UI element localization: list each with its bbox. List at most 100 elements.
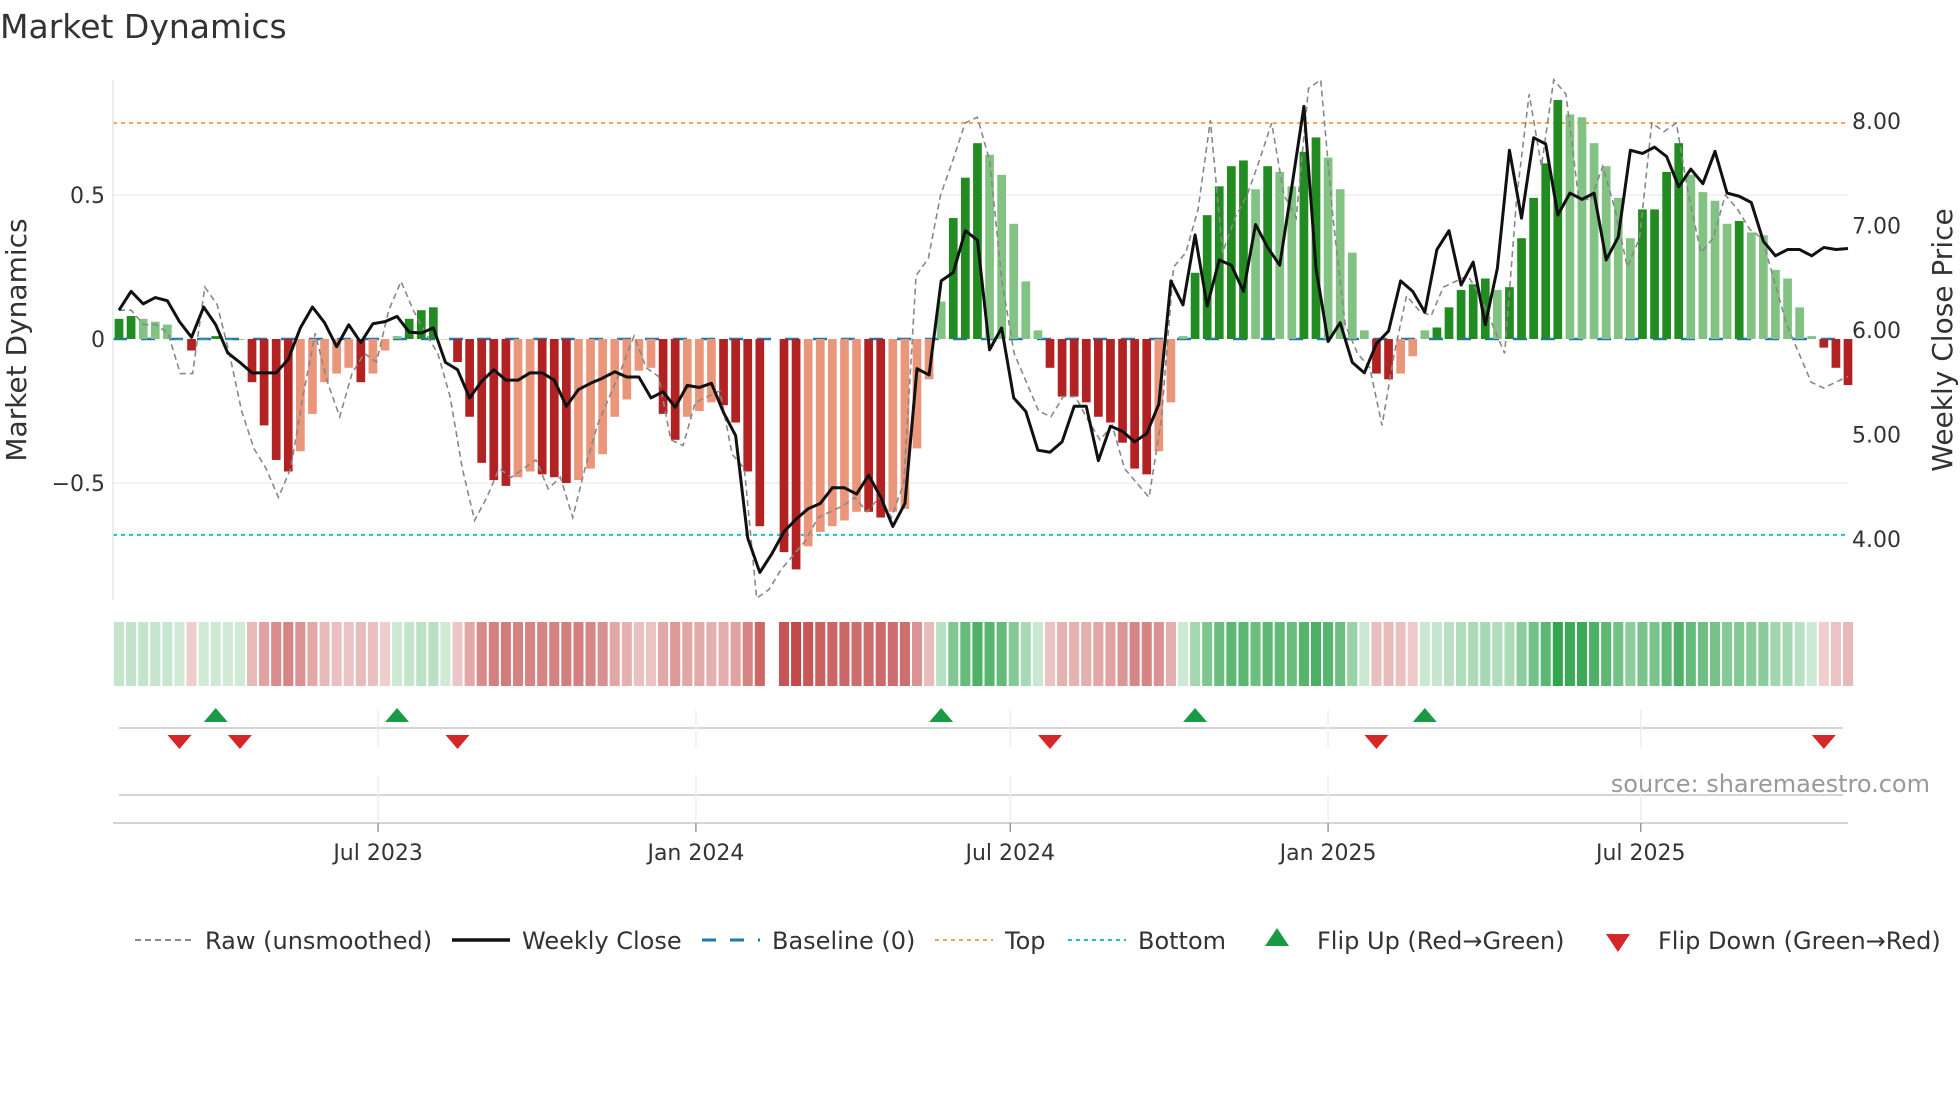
heat-cell	[1770, 622, 1781, 686]
dynamics-bar	[1444, 307, 1454, 339]
dynamics-bar	[1493, 290, 1502, 339]
dynamics-bar	[126, 315, 136, 339]
chart-title: Market Dynamics	[0, 7, 287, 46]
dynamics-bar	[840, 339, 849, 521]
heat-cell	[343, 622, 354, 686]
heat-cell	[246, 622, 258, 686]
heat-cell	[1310, 622, 1322, 686]
heat-cell	[972, 622, 983, 686]
dynamics-bar	[1565, 114, 1575, 339]
heat-cell	[271, 622, 282, 686]
x-axis: Jul 2023 Jan 2024 Jul 2024 Jan 2025 Jul 2025	[113, 822, 1848, 866]
dynamics-bar	[223, 339, 233, 340]
heat-cell	[1335, 622, 1346, 686]
heat-cell	[984, 622, 995, 686]
dynamics-bar	[1094, 339, 1103, 417]
heat-cell	[1274, 622, 1285, 686]
dynamics-bar	[1843, 339, 1853, 386]
heat-cell	[1722, 622, 1733, 686]
dynamics-bar	[948, 218, 958, 339]
dynamics-bar	[1746, 232, 1756, 339]
heat-cell	[259, 622, 270, 686]
x-tick-label: Jan 2025	[1278, 841, 1377, 866]
legend: Raw (unsmoothed) Weekly Close Baseline (0)…	[135, 927, 1941, 955]
dynamics-bar	[1081, 339, 1091, 403]
heat-cell	[597, 622, 608, 686]
heat-cell	[911, 622, 923, 686]
heat-cell	[210, 622, 221, 686]
dynamics-bar	[598, 339, 607, 455]
heat-cell	[803, 622, 814, 686]
market-dynamics-chart: Market Dynamics 0.5 0 −0.5 8.00 7.00 6.00 5.00…	[0, 7, 1959, 955]
heat-cell	[633, 622, 644, 686]
dynamics-bar	[1130, 339, 1139, 469]
dynamics-bar	[1033, 330, 1043, 339]
heat-cell	[1818, 622, 1829, 686]
heat-cell	[1032, 622, 1043, 686]
heat-cell	[645, 622, 657, 686]
flip-down-marker	[1811, 735, 1836, 749]
heat-cell	[537, 622, 548, 686]
heat-cell	[706, 622, 717, 686]
heat-cell	[561, 622, 572, 686]
dynamics-bar	[1795, 307, 1804, 339]
heat-cell	[1347, 622, 1358, 686]
heat-cell	[1407, 622, 1418, 686]
heat-cell	[1020, 622, 1031, 686]
dynamics-bar	[308, 339, 317, 414]
heat-cell	[1758, 622, 1769, 686]
heat-cell	[1129, 622, 1140, 686]
dynamics-bar	[501, 339, 511, 486]
dynamics-bar	[779, 339, 789, 553]
dynamics-bar	[1069, 339, 1079, 397]
heat-cell	[1734, 622, 1745, 686]
dynamics-bar	[392, 336, 402, 339]
heat-cell	[863, 622, 874, 686]
dynamics-bar	[1771, 269, 1780, 339]
heat-cell	[1468, 622, 1479, 686]
heat-cell	[924, 622, 935, 686]
heat-cell	[899, 622, 910, 686]
dynamics-bar	[441, 339, 450, 340]
dynamics-bar	[1783, 278, 1792, 339]
dynamics-bar	[187, 339, 196, 351]
legend-label: Flip Up (Red→Green)	[1317, 927, 1565, 955]
heat-cell	[1782, 622, 1793, 686]
dynamics-bar	[344, 339, 354, 368]
dynamics-bar	[1142, 339, 1152, 475]
heat-cell	[1165, 622, 1176, 686]
legend-label: Flip Down (Green→Red)	[1658, 927, 1941, 955]
heat-cell	[392, 622, 403, 686]
heat-cell	[1540, 622, 1551, 686]
legend-label: Raw (unsmoothed)	[205, 927, 432, 955]
dynamics-bar	[1541, 163, 1551, 339]
heat-cell	[440, 622, 451, 686]
legend-label: Top	[1004, 927, 1046, 955]
heat-cell	[1008, 622, 1019, 686]
dynamics-bar	[828, 339, 837, 527]
heat-cell	[464, 622, 475, 686]
heat-cell	[585, 622, 596, 686]
dynamics-bar	[1384, 339, 1393, 380]
dynamics-bar	[1420, 330, 1430, 339]
dynamics-bar	[513, 339, 523, 478]
dynamics-bar	[791, 339, 801, 570]
heat-cell	[815, 622, 826, 686]
heat-cell	[1202, 622, 1213, 686]
dynamics-bar	[549, 339, 559, 478]
heat-cell	[1081, 622, 1092, 686]
dynamics-bar	[1529, 197, 1538, 339]
heat-cell	[1661, 622, 1672, 686]
dynamics-bar	[1698, 192, 1708, 339]
heat-cell	[428, 622, 439, 686]
dynamics-bar	[888, 339, 898, 512]
heat-cell	[1649, 622, 1660, 686]
heat-cell	[1746, 622, 1757, 686]
flip-up-marker	[385, 708, 410, 722]
x-tick-label: Jul 2024	[964, 841, 1056, 866]
heat-cell	[367, 622, 378, 686]
dynamics-bar	[1468, 284, 1478, 339]
dynamics-bar	[1299, 151, 1309, 339]
right-axis-label: Weekly Close Price	[1926, 208, 1959, 471]
heat-cell	[1117, 622, 1128, 686]
